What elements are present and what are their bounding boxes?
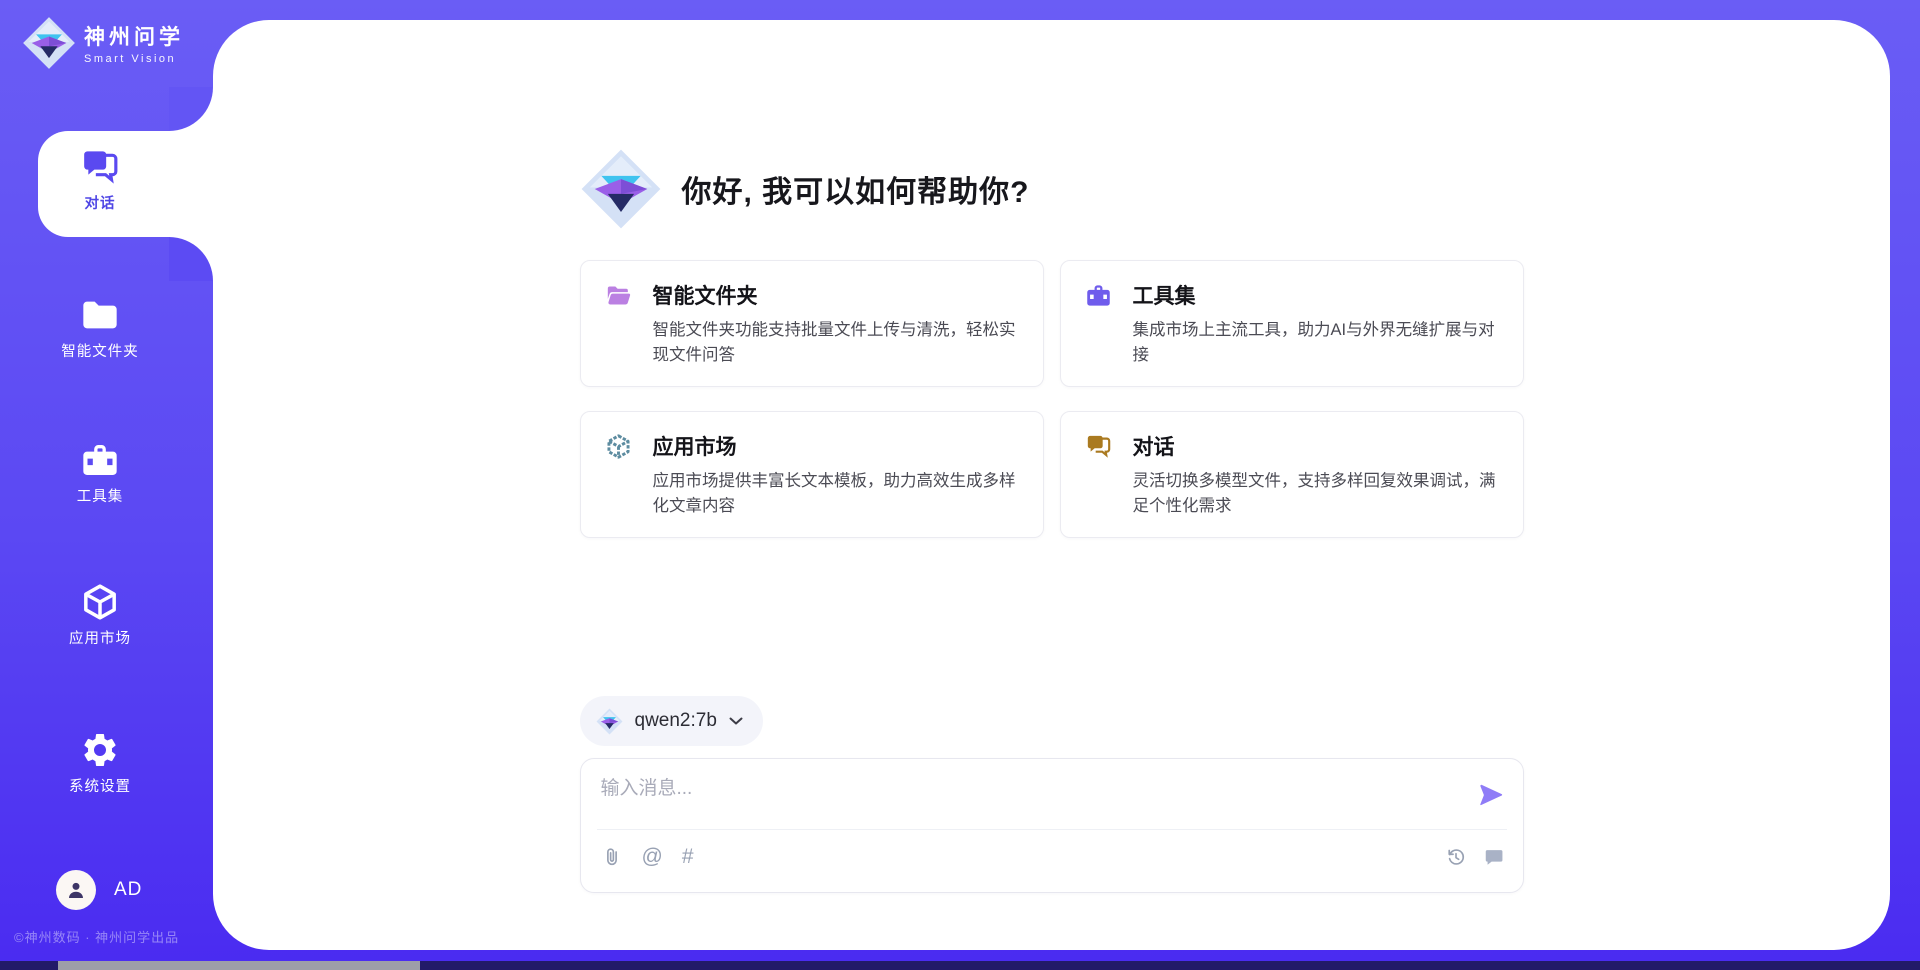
model-name: qwen2:7b — [635, 710, 717, 732]
card-description: 集成市场上主流工具，助力AI与外界无缝扩展与对接 — [1085, 318, 1499, 368]
composer-divider — [597, 829, 1507, 830]
card-description: 智能文件夹功能支持批量文件上传与清洗，轻松实现文件问答 — [605, 318, 1019, 368]
gear-icon — [80, 730, 120, 770]
message-input[interactable] — [601, 773, 1441, 823]
tab-curve-top — [169, 87, 213, 131]
card-description: 灵活切换多模型文件，支持多样回复效果调试，满足个性化需求 — [1085, 469, 1499, 519]
chevron-down-icon — [729, 717, 743, 726]
chat-bubble-icon — [1483, 846, 1505, 868]
paperclip-icon — [601, 846, 623, 868]
horizontal-scrollbar[interactable] — [0, 961, 1920, 970]
logo-text: 神州问学 Smart Vision — [84, 21, 184, 65]
sidebar-item-label: 应用市场 — [69, 627, 131, 648]
message-composer: @ # — [580, 758, 1524, 893]
feature-cards: 智能文件夹 智能文件夹功能支持批量文件上传与清洗，轻松实现文件问答 工具集 集成… — [580, 260, 1524, 538]
sidebar-item-smart-folder[interactable]: 智能文件夹 — [0, 295, 200, 361]
chat-icon — [80, 147, 120, 187]
brand-gem-icon — [22, 16, 76, 70]
sidebar-item-label: 系统设置 — [69, 775, 131, 796]
brand-gem-icon — [580, 148, 662, 230]
card-description: 应用市场提供丰富长文本模板，助力高效生成多样化文章内容 — [605, 469, 1019, 519]
card-header: 工具集 — [1085, 280, 1499, 310]
card-title: 智能文件夹 — [653, 280, 758, 310]
main-panel: 你好, 我可以如何帮助你? 智能文件夹 智能文件夹功能支持批量文件上传与清洗，轻… — [213, 20, 1890, 950]
card-smart-folder[interactable]: 智能文件夹 智能文件夹功能支持批量文件上传与清洗，轻松实现文件问答 — [580, 260, 1044, 387]
card-title: 工具集 — [1133, 280, 1196, 310]
brand-name: 神州问学 — [84, 21, 184, 51]
brand-gem-icon — [596, 708, 623, 735]
card-title: 对话 — [1133, 431, 1175, 461]
feedback-bubble-button[interactable] — [1483, 846, 1505, 868]
card-header: 对话 — [1085, 431, 1499, 461]
toolbox-icon — [80, 440, 120, 480]
toolbox-icon — [1085, 282, 1112, 309]
card-title: 应用市场 — [653, 431, 737, 461]
copyright-footer: ©神州数码 · 神州问学出品 — [14, 927, 179, 946]
card-header: 应用市场 — [605, 431, 1019, 461]
sidebar-item-label: 智能文件夹 — [61, 340, 139, 361]
user-initials: AD — [114, 879, 142, 901]
send-icon — [1477, 781, 1505, 809]
sidebar-item-label: 对话 — [85, 192, 116, 213]
card-app-market[interactable]: 应用市场 应用市场提供丰富长文本模板，助力高效生成多样化文章内容 — [580, 411, 1044, 538]
folder-icon — [80, 295, 120, 335]
sidebar-item-toolset[interactable]: 工具集 — [0, 440, 200, 506]
folder-open-icon — [605, 282, 632, 309]
topic-button[interactable]: # — [682, 845, 694, 869]
card-toolset[interactable]: 工具集 集成市场上主流工具，助力AI与外界无缝扩展与对接 — [1060, 260, 1524, 387]
history-button[interactable] — [1445, 846, 1467, 868]
cube-grid-icon — [605, 433, 632, 460]
sidebar-item-app-market[interactable]: 应用市场 — [0, 582, 200, 648]
app-logo: 神州问学 Smart Vision — [22, 16, 184, 70]
model-selector[interactable]: qwen2:7b — [580, 696, 763, 746]
person-icon — [64, 878, 88, 902]
user-profile[interactable]: AD — [56, 870, 142, 910]
sidebar-item-label: 工具集 — [77, 485, 124, 506]
composer-toolbar: @ # — [601, 845, 1505, 869]
mention-button[interactable]: @ — [642, 845, 663, 869]
card-chat[interactable]: 对话 灵活切换多模型文件，支持多样回复效果调试，满足个性化需求 — [1060, 411, 1524, 538]
greeting-title: 你好, 我可以如何帮助你? — [682, 167, 1030, 211]
scrollbar-thumb[interactable] — [58, 961, 420, 970]
history-icon — [1445, 846, 1467, 868]
greeting-section: 你好, 我可以如何帮助你? — [580, 148, 1524, 230]
brand-tagline: Smart Vision — [84, 53, 184, 65]
sidebar-item-chat[interactable]: 对话 — [0, 147, 200, 213]
cube-icon — [80, 582, 120, 622]
send-button[interactable] — [1477, 781, 1505, 809]
chat-icon — [1085, 433, 1112, 460]
content-column: 你好, 我可以如何帮助你? 智能文件夹 智能文件夹功能支持批量文件上传与清洗，轻… — [580, 20, 1524, 893]
tab-curve-bottom — [169, 237, 213, 281]
card-header: 智能文件夹 — [605, 280, 1019, 310]
sidebar-item-settings[interactable]: 系统设置 — [0, 730, 200, 796]
attach-button[interactable] — [601, 846, 623, 868]
avatar — [56, 870, 96, 910]
